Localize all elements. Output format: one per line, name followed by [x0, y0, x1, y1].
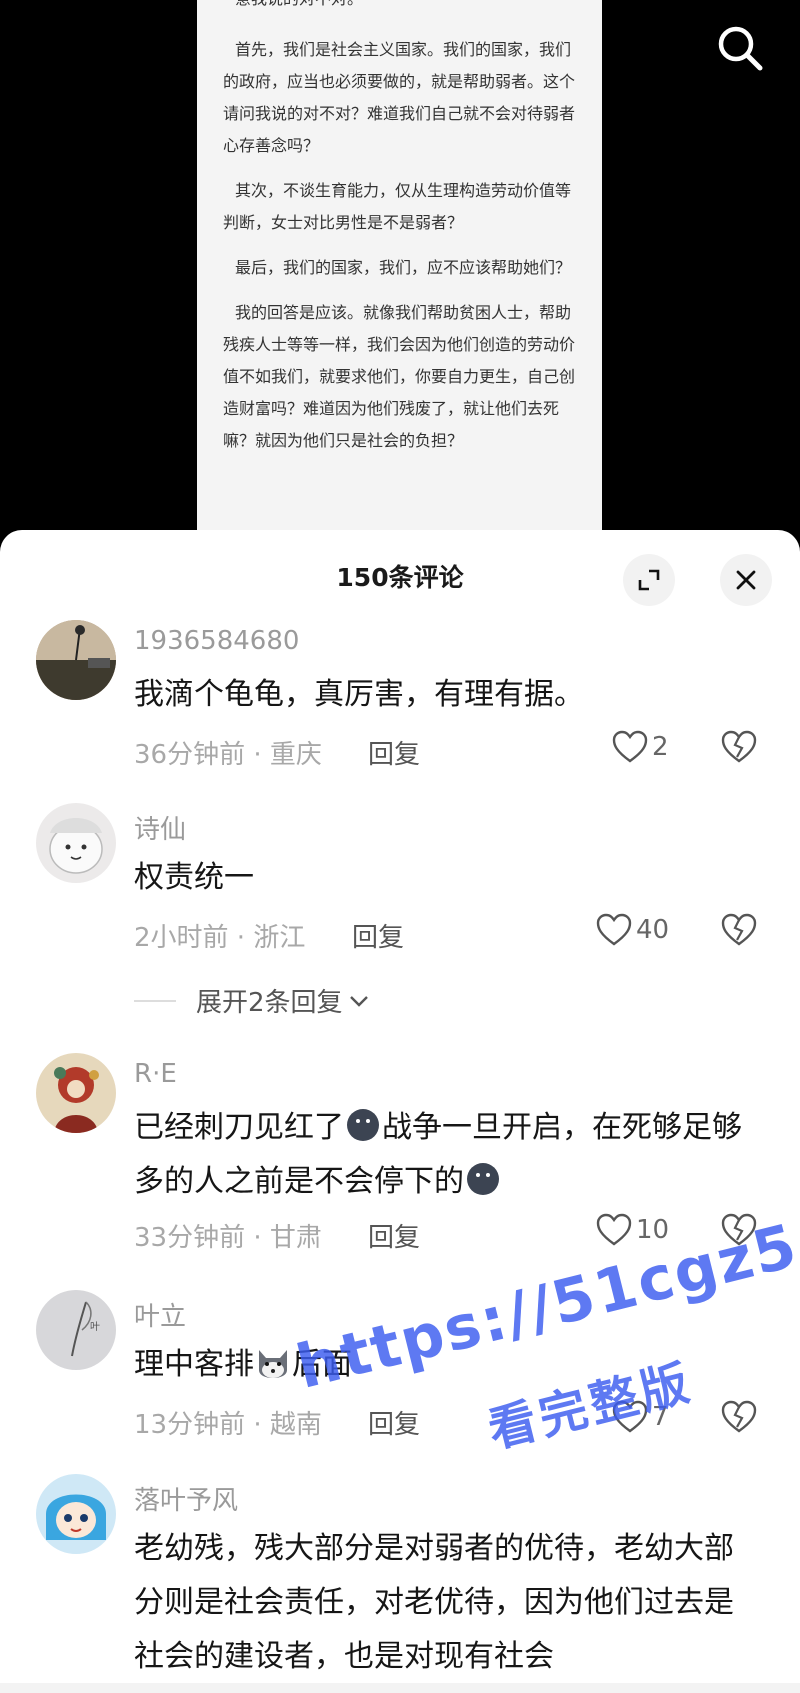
- comments-title: 150条评论: [336, 563, 464, 592]
- comment-meta: 33分钟前 · 甘肃: [134, 1223, 322, 1253]
- dark-face-emoji-icon: [347, 1109, 379, 1141]
- dislike-button[interactable]: [721, 913, 757, 949]
- comment-username[interactable]: R·E: [134, 1059, 177, 1089]
- comment-username[interactable]: 诗仙: [134, 809, 186, 846]
- search-icon: [718, 26, 763, 71]
- comment-username[interactable]: 叶立: [134, 1296, 186, 1333]
- comment-meta: 2小时前 · 浙江: [134, 923, 306, 953]
- comment-text-part: 后面: [292, 1347, 352, 1382]
- broken-heart-icon: [721, 730, 757, 763]
- expand-button[interactable]: [623, 554, 675, 606]
- comment-text: 权责统一: [134, 860, 254, 895]
- close-icon: [736, 570, 756, 590]
- reply-button[interactable]: 回复: [368, 734, 420, 771]
- avatar[interactable]: [36, 1053, 116, 1133]
- heart-icon: [612, 1400, 648, 1433]
- avatar[interactable]: [36, 1474, 116, 1554]
- avatar[interactable]: [36, 803, 116, 883]
- article-paragraph: 我的回答是应该。就像我们帮助贫困人士，帮助残疾人士等等一样，我们会因为他们创造的…: [223, 303, 576, 450]
- like-count: 7: [652, 1402, 669, 1432]
- avatar[interactable]: [36, 620, 116, 700]
- comment-meta: 36分钟前 · 重庆: [134, 740, 322, 770]
- reply-button[interactable]: 回复: [368, 1217, 420, 1254]
- article-paragraph: 首先，我们是社会主义国家。我们的国家，我们的政府，应当也必须要做的，就是帮助弱者…: [223, 40, 576, 155]
- article-first-line: 意我说的对不对。: [197, 0, 602, 15]
- article-paragraphs: 首先，我们是社会主义国家。我们的国家，我们的政府，应当也必须要做的，就是帮助弱者…: [197, 34, 602, 470]
- article-screenshot: 意我说的对不对。 首先，我们是社会主义国家。我们的国家，我们的政府，应当也必须要…: [197, 0, 602, 540]
- chevron-down-icon: [349, 995, 368, 1007]
- expand-replies-button[interactable]: 展开2条回复: [134, 982, 371, 1019]
- broken-heart-icon: [721, 1400, 757, 1433]
- comment-text-part: 理中客排: [134, 1347, 254, 1382]
- video-area[interactable]: 意我说的对不对。 首先，我们是社会主义国家。我们的国家，我们的政府，应当也必须要…: [0, 0, 800, 540]
- like-button[interactable]: 10: [596, 1213, 669, 1247]
- heart-icon: [596, 1213, 632, 1246]
- search-button[interactable]: [712, 20, 768, 76]
- comment-text: 理中客排 后面: [134, 1338, 754, 1392]
- comment-text: 我滴个龟龟，真厉害，有理有据。: [134, 677, 584, 712]
- like-button[interactable]: 2: [612, 730, 669, 764]
- divider-line: [134, 999, 176, 1002]
- dislike-button[interactable]: [721, 730, 757, 766]
- dislike-button[interactable]: [721, 1400, 757, 1436]
- reply-button[interactable]: 回复: [352, 917, 404, 954]
- broken-heart-icon: [721, 1213, 757, 1246]
- next-comment-peek: [0, 1683, 800, 1693]
- article-paragraph: 最后，我们的国家，我们，应不应该帮助她们？: [235, 258, 572, 277]
- broken-heart-icon: [721, 913, 757, 946]
- husky-emoji-icon: [259, 1350, 287, 1378]
- like-button[interactable]: 7: [612, 1400, 669, 1434]
- comment-text-part: 已经刺刀见红了: [134, 1110, 344, 1145]
- dark-face-emoji-icon: [467, 1163, 499, 1195]
- comment-username[interactable]: 1936584680: [134, 626, 299, 656]
- svg-text:叶: 叶: [90, 1321, 100, 1333]
- expand-replies-label: 展开2条回复: [196, 988, 343, 1018]
- like-count: 40: [636, 915, 670, 945]
- like-count: 10: [636, 1215, 670, 1245]
- comment-username[interactable]: 落叶予风: [134, 1480, 238, 1517]
- like-count: 2: [652, 732, 669, 762]
- heart-icon: [596, 913, 632, 946]
- comment-text: 已经刺刀见红了 战争一旦开启，在死够足够多的人之前是不会停下的: [134, 1101, 754, 1209]
- dislike-button[interactable]: [721, 1213, 757, 1249]
- comment-text: 老幼残，残大部分是对弱者的优待，老幼大部分则是社会责任，对老优待，因为他们过去是…: [134, 1531, 734, 1674]
- expand-icon: [638, 569, 660, 591]
- heart-icon: [612, 730, 648, 763]
- avatar[interactable]: 叶: [36, 1290, 116, 1370]
- comment-meta: 13分钟前 · 越南: [134, 1410, 322, 1440]
- like-button[interactable]: 40: [596, 913, 669, 947]
- close-button[interactable]: [720, 554, 772, 606]
- article-paragraph: 其次，不谈生育能力，仅从生理构造劳动价值等判断，女士对比男性是不是弱者？: [223, 181, 572, 232]
- reply-button[interactable]: 回复: [368, 1404, 420, 1441]
